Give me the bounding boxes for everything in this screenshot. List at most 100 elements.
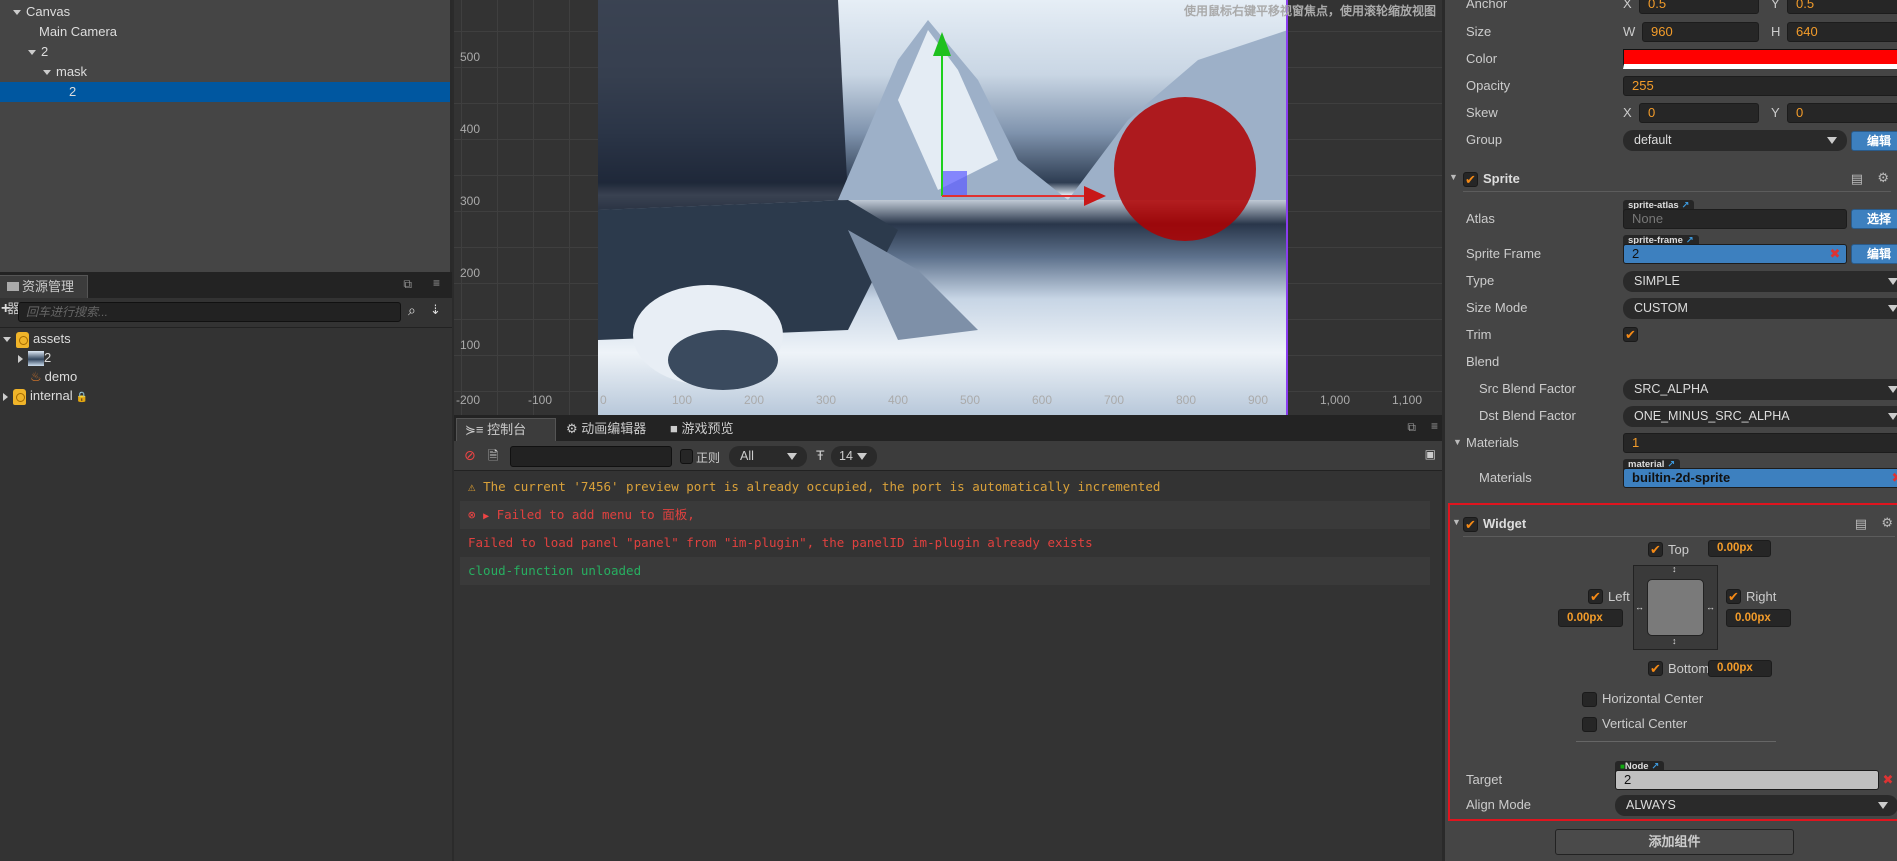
type-select[interactable]: SIMPLE: [1623, 271, 1897, 292]
asset-texture-2[interactable]: 2: [18, 348, 51, 367]
atlas-field[interactable]: None: [1623, 209, 1847, 229]
console-message-warning[interactable]: ⚠ The current '7456' preview port is alr…: [460, 473, 1430, 501]
gear-icon[interactable]: ⚙: [1877, 170, 1889, 186]
expand-icon[interactable]: ▶: [483, 511, 489, 522]
expand-icon[interactable]: [43, 70, 51, 76]
sprite-frame-edit-button[interactable]: 编辑: [1851, 244, 1897, 264]
tab-game-preview[interactable]: ■ 游戏预览: [662, 418, 741, 441]
clear-icon[interactable]: ⊘: [464, 447, 476, 464]
color-label: Color: [1466, 51, 1498, 66]
horizontal-center-checkbox[interactable]: [1582, 692, 1597, 707]
opacity-input[interactable]: 255: [1623, 76, 1897, 96]
sprite-component-header[interactable]: ▼ ✔ Sprite ▤ ⚙: [1449, 168, 1891, 192]
anchor-x-input[interactable]: 0.5: [1639, 0, 1759, 14]
console-message-info[interactable]: cloud-function unloaded: [460, 557, 1430, 585]
left-checkbox[interactable]: ✔: [1588, 589, 1603, 604]
node-2[interactable]: 2: [0, 42, 450, 62]
expand-icon[interactable]: [13, 10, 21, 16]
top-input[interactable]: 0.00px: [1708, 540, 1771, 557]
asset-scene-demo[interactable]: ♨ demo: [30, 367, 77, 386]
atlas-label: Atlas: [1466, 211, 1495, 226]
fire-icon: ♨: [30, 369, 42, 384]
collapse-icon[interactable]: ▣: [1425, 447, 1436, 461]
tab-animation-editor[interactable]: ⚙ 动画编辑器: [558, 418, 654, 441]
font-size-select[interactable]: 14: [831, 446, 877, 467]
popout-icon[interactable]: ⧉: [403, 277, 412, 292]
group-select[interactable]: default: [1623, 130, 1847, 151]
expand-icon[interactable]: [3, 337, 11, 343]
height-input[interactable]: 640: [1787, 22, 1897, 42]
database-icon: [16, 331, 29, 348]
widget-component-header[interactable]: ▼ ✔ Widget ▤ ⚙: [1452, 513, 1895, 537]
anchor-y-input[interactable]: 0.5: [1787, 0, 1897, 14]
size-mode-select[interactable]: CUSTOM: [1623, 298, 1897, 319]
clear-icon[interactable]: ✖: [1887, 470, 1897, 486]
skew-y-input[interactable]: 0: [1787, 103, 1897, 123]
gear-icon[interactable]: ⚙: [1881, 515, 1893, 531]
clear-icon[interactable]: ✖: [1878, 772, 1897, 788]
widget-enabled-checkbox[interactable]: ✔: [1463, 517, 1478, 532]
menu-icon[interactable]: ≡: [433, 276, 440, 290]
src-blend-select[interactable]: SRC_ALPHA: [1623, 379, 1897, 400]
tab-assets[interactable]: 资源管理器: [0, 275, 88, 316]
group-edit-button[interactable]: 编辑: [1851, 131, 1897, 151]
help-book-icon[interactable]: ▤: [1851, 171, 1863, 187]
popout-icon[interactable]: ⧉: [1407, 420, 1416, 435]
node-mask[interactable]: mask: [0, 62, 450, 82]
skew-x-input[interactable]: 0: [1639, 103, 1759, 123]
node-label: 2: [41, 44, 49, 59]
asset-folder-internal[interactable]: internal 🔒: [3, 386, 88, 405]
bottom-input[interactable]: 0.00px: [1708, 660, 1772, 677]
color-picker[interactable]: [1623, 49, 1897, 69]
animation-icon: ⚙: [566, 421, 582, 436]
console-message-error[interactable]: ⊗ ▶ Failed to add menu to 面板,: [460, 501, 1430, 529]
right-label: Right: [1746, 589, 1777, 604]
atlas-select-button[interactable]: 选择: [1851, 209, 1897, 229]
console-panel: ⋟≡ 控制台 ⚙ 动画编辑器 ■ 游戏预览 ⧉ ≡ ⊘ 🗎 正则 All Ŧ 1…: [454, 415, 1442, 861]
bottom-checkbox[interactable]: ✔: [1648, 661, 1663, 676]
collapse-icon[interactable]: ▼: [1453, 437, 1462, 447]
node-canvas[interactable]: Canvas: [0, 2, 450, 22]
right-input[interactable]: 0.00px: [1726, 609, 1791, 627]
node-2-selected[interactable]: 2: [0, 82, 450, 102]
clear-icon[interactable]: ✖: [1825, 246, 1845, 262]
asset-search-input[interactable]: 回车进行搜索...: [18, 302, 401, 322]
target-field[interactable]: 2: [1615, 770, 1879, 790]
right-checkbox[interactable]: ✔: [1726, 589, 1741, 604]
console-filter-input[interactable]: [510, 446, 672, 467]
scene-view[interactable]: 500 400 300 200 100 -200 -100 0 100 200 300 400 500 6…: [454, 0, 1442, 415]
collapse-icon[interactable]: ▼: [1449, 172, 1458, 182]
expand-icon[interactable]: [18, 354, 23, 363]
log-level-select[interactable]: All: [729, 446, 807, 467]
top-checkbox[interactable]: ✔: [1648, 542, 1663, 557]
alignment-node-box: [1647, 579, 1704, 636]
vertical-center-checkbox[interactable]: [1582, 717, 1597, 732]
sort-icon[interactable]: ⇣: [430, 302, 441, 318]
sprite-enabled-checkbox[interactable]: ✔: [1463, 172, 1478, 187]
material-field[interactable]: builtin-2d-sprite: [1623, 468, 1897, 488]
search-icon[interactable]: ⌕: [408, 302, 416, 319]
dst-blend-label: Dst Blend Factor: [1479, 408, 1576, 423]
collapse-icon[interactable]: ▼: [1452, 517, 1461, 527]
dst-blend-select[interactable]: ONE_MINUS_SRC_ALPHA: [1623, 406, 1897, 427]
trim-checkbox[interactable]: ✔: [1623, 327, 1638, 342]
log-file-icon[interactable]: 🗎: [488, 447, 498, 469]
add-component-button[interactable]: 添加组件: [1555, 829, 1794, 855]
expand-icon[interactable]: [28, 50, 36, 56]
sprite-frame-field[interactable]: 2: [1623, 244, 1847, 264]
left-input[interactable]: 0.00px: [1558, 609, 1623, 627]
align-mode-select[interactable]: ALWAYS: [1615, 795, 1897, 816]
menu-icon[interactable]: ≡: [1431, 419, 1438, 433]
asset-folder-assets[interactable]: assets: [3, 329, 71, 348]
add-asset-button[interactable]: +: [1, 300, 10, 318]
regex-checkbox[interactable]: [680, 449, 693, 464]
help-book-icon[interactable]: ▤: [1855, 516, 1867, 532]
node-main-camera[interactable]: Main Camera: [0, 22, 450, 42]
materials-count-input[interactable]: 1: [1623, 433, 1897, 453]
group-label: Group: [1466, 132, 1503, 147]
expand-icon[interactable]: [3, 392, 8, 401]
console-message-error[interactable]: Failed to load panel "panel" from "im-pl…: [460, 529, 1430, 557]
width-input[interactable]: 960: [1642, 22, 1759, 42]
tab-console[interactable]: ⋟≡ 控制台: [456, 418, 556, 441]
type-label: Type: [1466, 273, 1495, 288]
